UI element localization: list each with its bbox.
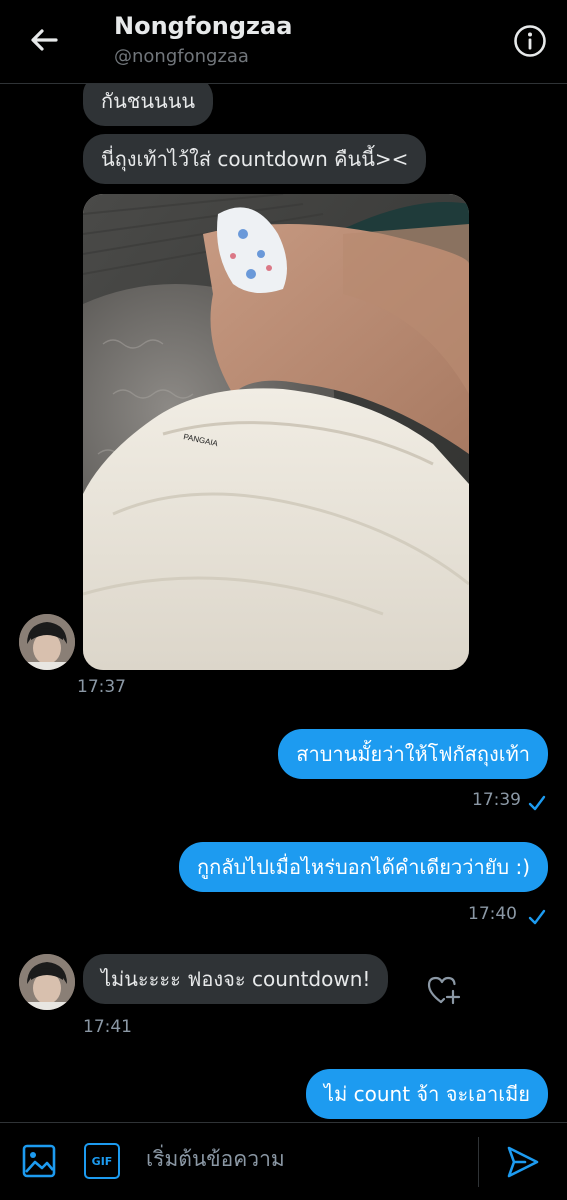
- sent-check-icon: [528, 795, 546, 811]
- sent-message[interactable]: ไม่ count จ้า จะเอาเมีย: [306, 1069, 548, 1119]
- info-icon[interactable]: [513, 24, 547, 58]
- sent-message[interactable]: สาบานมั้ยว่าให้โฟกัสถุงเท้า: [278, 729, 548, 779]
- sent-message[interactable]: กูกลับไปเมื่อไหร่บอกได้คำเดียวว่ายับ :): [179, 842, 548, 892]
- image-icon[interactable]: [21, 1143, 57, 1179]
- gif-button[interactable]: GIF: [84, 1143, 120, 1179]
- message-text: กูกลับไปเมื่อไหร่บอกได้คำเดียวว่ายับ :): [197, 855, 530, 879]
- message-text: กันชนนนน: [101, 89, 196, 113]
- message-list[interactable]: กันชนนนน นี่ถุงเท้าไว้ใส่ countdown คืนน…: [0, 84, 567, 1122]
- composer-divider: [478, 1137, 479, 1187]
- message-timestamp: 17:40: [468, 904, 517, 924]
- send-icon[interactable]: [505, 1144, 541, 1180]
- message-timestamp: 17:41: [83, 1017, 132, 1037]
- avatar-image: [19, 954, 75, 1010]
- back-arrow-icon[interactable]: [26, 22, 62, 58]
- message-text: ไม่นะะะะ ฟองจะ countdown!: [101, 967, 371, 991]
- message-text: นี่ถุงเท้าไว้ใส่ countdown คืนนี้><: [101, 147, 409, 171]
- sender-avatar[interactable]: [19, 614, 75, 670]
- add-reaction-heart-icon[interactable]: [425, 974, 461, 1008]
- conversation-header: Nongfongzaa @nongfongzaa: [0, 0, 567, 84]
- message-input[interactable]: เริ่มต้นข้อความ: [146, 1141, 466, 1177]
- received-message[interactable]: ไม่นะะะะ ฟองจะ countdown!: [83, 954, 389, 1004]
- photo-attachment[interactable]: PANGAIA: [83, 194, 469, 670]
- received-message[interactable]: นี่ถุงเท้าไว้ใส่ countdown คืนนี้><: [83, 134, 427, 184]
- message-timestamp: 17:37: [77, 677, 126, 697]
- message-timestamp: 17:39: [472, 790, 521, 810]
- conversation-handle: @nongfongzaa: [114, 46, 249, 67]
- conversation-title[interactable]: Nongfongzaa: [114, 12, 292, 40]
- sender-avatar[interactable]: [19, 954, 75, 1010]
- message-composer: GIF เริ่มต้นข้อความ: [0, 1122, 567, 1200]
- gif-label: GIF: [91, 1154, 113, 1168]
- message-text: สาบานมั้ยว่าให้โฟกัสถุงเท้า: [296, 742, 530, 766]
- avatar-image: [19, 614, 75, 670]
- message-text: ไม่ count จ้า จะเอาเมีย: [324, 1082, 530, 1106]
- received-message[interactable]: กันชนนนน: [83, 84, 214, 126]
- attached-photo-image: PANGAIA: [83, 194, 469, 670]
- sent-check-icon: [528, 909, 546, 925]
